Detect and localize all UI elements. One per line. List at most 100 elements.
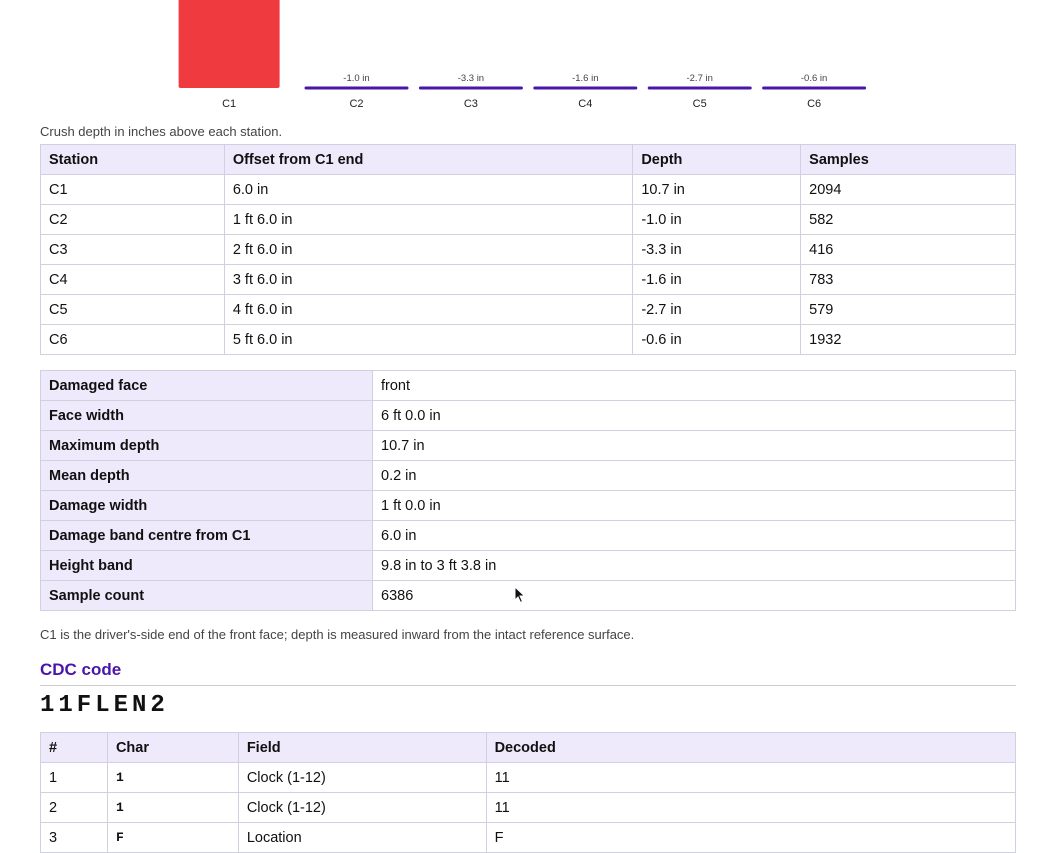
offset-cell: 6.0 in [223, 174, 634, 205]
summary-value: 0.2 in [372, 460, 1016, 491]
station-label-c5: C5 [693, 98, 707, 110]
summary-value: 9.8 in to 3 ft 3.8 in [372, 550, 1016, 581]
decoded-cell: 11 [485, 792, 1017, 823]
samples-cell: 582 [800, 204, 1016, 235]
column-header-samples: Samples [800, 144, 1016, 175]
depth-cell: -1.6 in [632, 264, 802, 295]
offset-cell: 2 ft 6.0 in [223, 234, 634, 265]
depth-cell: -0.6 in [632, 324, 802, 355]
column-header-decoded: Decoded [485, 732, 1017, 763]
summary-row-sample-count: Sample count 6386 [40, 580, 1016, 611]
index-cell: 3 [40, 822, 108, 853]
table-row: C5 4 ft 6.0 in -2.7 in 579 [40, 294, 1016, 325]
samples-cell: 783 [800, 264, 1016, 295]
char-cell: 1 [106, 762, 239, 793]
station-label-c4: C4 [578, 98, 592, 110]
summary-row-damage-width: Damage width 1 ft 0.0 in [40, 490, 1016, 521]
samples-cell: 416 [800, 234, 1016, 265]
column-header-char: Char [106, 732, 239, 763]
table-header-row: Station Offset from C1 end Depth Samples [40, 144, 1016, 175]
crush-depth-chart: C1 -1.0 in C2 -3.3 in C3 -1.6 in C4 -2.7 in C5 -0… [178, 0, 867, 110]
summary-value: 10.7 in [372, 430, 1016, 461]
summary-value: 6 ft 0.0 in [372, 400, 1016, 431]
table-row: C1 6.0 in 10.7 in 2094 [40, 174, 1016, 205]
station-cell: C5 [40, 294, 225, 325]
column-header-depth: Depth [632, 144, 802, 175]
column-header-offset: Offset from C1 end [223, 144, 634, 175]
depth-cell: -3.3 in [632, 234, 802, 265]
cdc-decode-table: # Char Field Decoded 1 1 Clock (1-12) 11… [40, 732, 1017, 853]
offset-cell: 5 ft 6.0 in [223, 324, 634, 355]
summary-row-face-width: Face width 6 ft 0.0 in [40, 400, 1016, 431]
summary-label: Sample count [40, 580, 373, 611]
column-header-station: Station [40, 144, 225, 175]
table-row: 2 1 Clock (1-12) 11 [40, 792, 1017, 823]
char-cell: F [106, 822, 239, 853]
offset-cell: 1 ft 6.0 in [223, 204, 634, 235]
column-header-field: Field [237, 732, 487, 763]
summary-label: Damage band centre from C1 [40, 520, 373, 551]
summary-label: Mean depth [40, 460, 373, 491]
field-cell: Clock (1-12) [237, 762, 487, 793]
station-label-c1: C1 [222, 98, 236, 110]
stations-table: Station Offset from C1 end Depth Samples… [40, 144, 1016, 355]
value-label-c5: -2.7 in [686, 73, 712, 84]
summary-row-band-centre: Damage band centre from C1 6.0 in [40, 520, 1016, 551]
offset-cell: 3 ft 6.0 in [223, 264, 634, 295]
index-cell: 1 [40, 762, 108, 793]
depth-cell: -1.0 in [632, 204, 802, 235]
summary-value: 6.0 in [372, 520, 1016, 551]
station-cell: C3 [40, 234, 225, 265]
summary-caption: C1 is the driver's-side end of the front… [40, 627, 635, 642]
summary-value: front [372, 370, 1016, 401]
station-label-c3: C3 [464, 98, 478, 110]
column-header-index: # [40, 732, 108, 763]
mouse-cursor-icon [514, 586, 526, 604]
samples-cell: 1932 [800, 324, 1016, 355]
summary-label: Damage width [40, 490, 373, 521]
table-row: C4 3 ft 6.0 in -1.6 in 783 [40, 264, 1016, 295]
decoded-cell: F [485, 822, 1017, 853]
value-label-c2: -1.0 in [343, 73, 369, 84]
cdc-section-heading: CDC code [40, 660, 1016, 686]
index-cell: 2 [40, 792, 108, 823]
field-cell: Clock (1-12) [237, 792, 487, 823]
field-cell: Location [237, 822, 487, 853]
summary-row-damaged-face: Damaged face front [40, 370, 1016, 401]
summary-value: 1 ft 0.0 in [372, 490, 1016, 521]
cdc-code: 11FLEN2 [40, 692, 169, 719]
summary-row-height-band: Height band 9.8 in to 3 ft 3.8 in [40, 550, 1016, 581]
char-cell: 1 [106, 792, 239, 823]
value-label-c6: -0.6 in [801, 73, 827, 84]
station-cell: C1 [40, 174, 225, 205]
summary-row-mean-depth: Mean depth 0.2 in [40, 460, 1016, 491]
station-label-c6: C6 [807, 98, 821, 110]
chart-caption: Crush depth in inches above each station… [40, 124, 283, 139]
summary-row-maximum-depth: Maximum depth 10.7 in [40, 430, 1016, 461]
station-cell: C4 [40, 264, 225, 295]
depth-cell: 10.7 in [632, 174, 802, 205]
summary-label: Maximum depth [40, 430, 373, 461]
summary-label: Face width [40, 400, 373, 431]
table-row: C6 5 ft 6.0 in -0.6 in 1932 [40, 324, 1016, 355]
table-header-row: # Char Field Decoded [40, 732, 1017, 763]
value-label-c3: -3.3 in [458, 73, 484, 84]
table-row: C2 1 ft 6.0 in -1.0 in 582 [40, 204, 1016, 235]
damage-summary-table: Damaged face front Face width 6 ft 0.0 i… [40, 370, 1016, 611]
summary-label: Height band [40, 550, 373, 581]
samples-cell: 579 [800, 294, 1016, 325]
table-row: 1 1 Clock (1-12) 11 [40, 762, 1017, 793]
decoded-cell: 11 [485, 762, 1017, 793]
station-cell: C6 [40, 324, 225, 355]
summary-value: 6386 [372, 580, 1016, 611]
table-row: C3 2 ft 6.0 in -3.3 in 416 [40, 234, 1016, 265]
table-row: 3 F Location F [40, 822, 1017, 853]
samples-cell: 2094 [800, 174, 1016, 205]
depth-cell: -2.7 in [632, 294, 802, 325]
station-label-c2: C2 [349, 98, 363, 110]
crush-bar-c1 [178, 0, 280, 88]
value-label-c4: -1.6 in [572, 73, 598, 84]
offset-cell: 4 ft 6.0 in [223, 294, 634, 325]
summary-label: Damaged face [40, 370, 373, 401]
station-cell: C2 [40, 204, 225, 235]
